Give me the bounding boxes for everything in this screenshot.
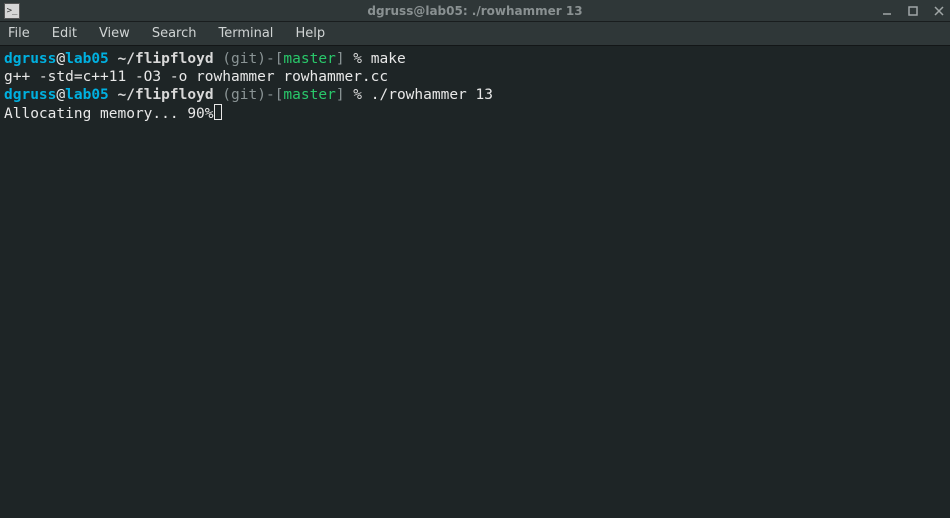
prompt-at: @ xyxy=(56,51,65,67)
prompt-vcs-close: ) xyxy=(257,87,266,103)
menu-view[interactable]: View xyxy=(99,26,130,41)
prompt-path: ~/flipfloyd xyxy=(118,87,214,103)
menu-search[interactable]: Search xyxy=(152,26,197,41)
prompt-host: lab05 xyxy=(65,87,109,103)
window-controls xyxy=(880,4,946,18)
maximize-button[interactable] xyxy=(906,4,920,18)
prompt-dash: - xyxy=(266,51,275,67)
command-1: make xyxy=(371,51,406,67)
command-2: ./rowhammer 13 xyxy=(371,87,493,103)
menu-terminal[interactable]: Terminal xyxy=(218,26,273,41)
terminal-cursor xyxy=(214,104,223,120)
prompt-branch: master xyxy=(283,87,335,103)
output-2: Allocating memory... 90% xyxy=(4,106,214,122)
prompt-rbrack: ] xyxy=(336,87,345,103)
prompt-vcs-label: git xyxy=(231,87,257,103)
menu-edit[interactable]: Edit xyxy=(52,26,77,41)
titlebar-left: >_ xyxy=(4,3,20,19)
close-button[interactable] xyxy=(932,4,946,18)
minimize-button[interactable] xyxy=(880,4,894,18)
menu-file[interactable]: File xyxy=(8,26,30,41)
terminal-app-icon: >_ xyxy=(4,3,20,19)
prompt-host: lab05 xyxy=(65,51,109,67)
prompt-rbrack: ] xyxy=(336,51,345,67)
prompt-symbol: % xyxy=(353,87,362,103)
titlebar: >_ dgruss@lab05: ./rowhammer 13 xyxy=(0,0,950,22)
menu-help[interactable]: Help xyxy=(295,26,325,41)
prompt-dash: - xyxy=(266,87,275,103)
menubar: File Edit View Search Terminal Help xyxy=(0,22,950,46)
terminal-output[interactable]: dgruss@lab05 ~/flipfloyd (git)-[master] … xyxy=(0,46,950,518)
window-title: dgruss@lab05: ./rowhammer 13 xyxy=(0,4,950,18)
prompt-vcs-open: ( xyxy=(214,87,231,103)
prompt-branch: master xyxy=(283,51,335,67)
prompt-symbol: % xyxy=(353,51,362,67)
output-1: g++ -std=c++11 -O3 -o rowhammer rowhamme… xyxy=(4,69,388,85)
prompt-user: dgruss xyxy=(4,87,56,103)
prompt-path: ~/flipfloyd xyxy=(118,51,214,67)
prompt-vcs-label: git xyxy=(231,51,257,67)
prompt-vcs-close: ) xyxy=(257,51,266,67)
prompt-vcs-open: ( xyxy=(214,51,231,67)
prompt-user: dgruss xyxy=(4,51,56,67)
prompt-at: @ xyxy=(56,87,65,103)
